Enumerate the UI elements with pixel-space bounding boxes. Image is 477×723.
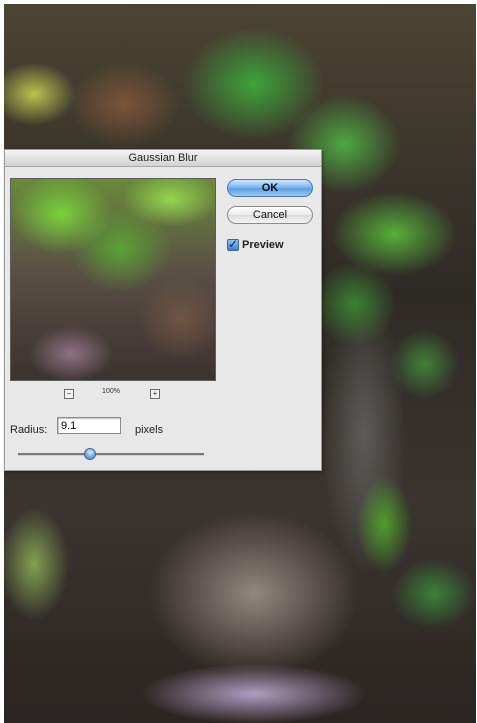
cancel-button[interactable]: Cancel bbox=[227, 206, 313, 224]
preview-toggle[interactable]: Preview bbox=[227, 237, 284, 252]
radius-label: Radius: bbox=[10, 424, 48, 436]
zoom-in-button[interactable]: + bbox=[150, 389, 160, 399]
radius-input[interactable] bbox=[57, 417, 121, 434]
preview-label: Preview bbox=[242, 239, 284, 251]
preview-checkbox[interactable] bbox=[227, 237, 239, 251]
gaussian-blur-dialog: Gaussian Blur − 100% + OK Cancel Preview… bbox=[4, 149, 322, 471]
radius-units-label: pixels bbox=[135, 424, 164, 436]
preview-thumbnail[interactable] bbox=[10, 178, 216, 381]
zoom-out-button[interactable]: − bbox=[64, 389, 74, 399]
radius-slider-thumb[interactable] bbox=[81, 445, 99, 463]
zoom-level: 100% bbox=[102, 388, 120, 395]
radius-slider[interactable] bbox=[18, 445, 204, 463]
ok-button[interactable]: OK bbox=[227, 179, 313, 197]
dialog-title: Gaussian Blur bbox=[5, 150, 321, 167]
